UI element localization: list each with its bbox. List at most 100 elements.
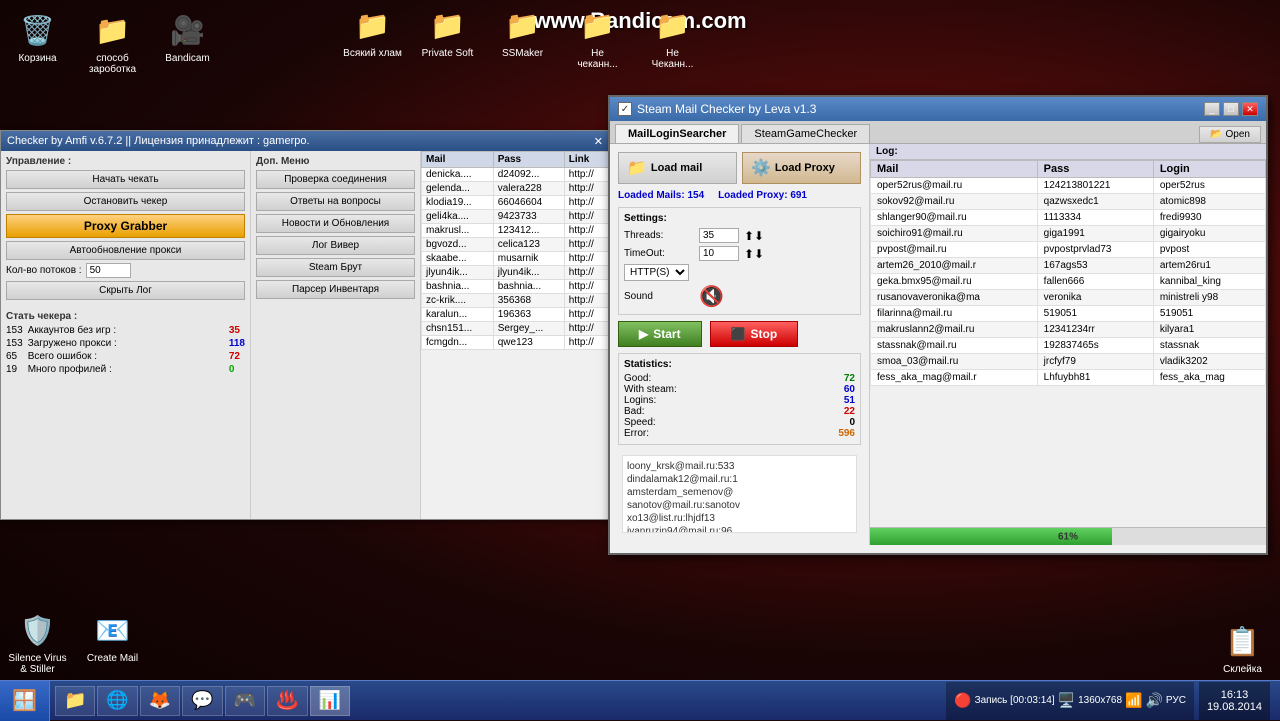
log-mail-cell: geka.bmx95@mail.ru xyxy=(871,274,1038,290)
link-col-header: Link xyxy=(564,152,608,168)
stat-speed-label: Speed: xyxy=(624,417,656,428)
mail-table-row[interactable]: geli4ka.... 9423733 http:// xyxy=(422,210,609,224)
answers-button[interactable]: Ответы на вопросы xyxy=(256,192,415,211)
tabs-row: MailLoginSearcher SteamGameChecker 📂 Ope… xyxy=(610,121,1266,144)
restore-button[interactable]: □ xyxy=(1223,102,1239,116)
load-proxy-button[interactable]: ⚙️ Load Proxy xyxy=(742,152,861,184)
news-button[interactable]: Новости и Обновления xyxy=(256,214,415,233)
stop-check-button[interactable]: Остановить чекер xyxy=(6,192,245,211)
parser-inventory-button[interactable]: Парсер Инвентаря xyxy=(256,280,415,299)
left-control-panel: Управление : Начать чекать Остановить че… xyxy=(1,151,251,519)
minimize-button[interactable]: _ xyxy=(1204,102,1220,116)
window-checkbox[interactable]: ✓ xyxy=(618,102,632,116)
desktop-icon-sklei[interactable]: 📋 Склейка xyxy=(1210,621,1275,675)
start-button[interactable]: ▶ Start xyxy=(618,321,702,347)
link-cell: http:// xyxy=(564,252,608,266)
threads-input[interactable] xyxy=(86,263,131,278)
taskbar-btn-steam1[interactable]: 🎮 xyxy=(225,686,265,716)
log-mail-cell: oper52rus@mail.ru xyxy=(871,178,1038,194)
log-table-row[interactable]: geka.bmx95@mail.ru fallen666 kannibal_ki… xyxy=(871,274,1266,290)
tray-record-text: Запись [00:03:14] xyxy=(975,695,1055,706)
log-mail-cell: pvpost@mail.ru xyxy=(871,242,1038,258)
start-menu-button[interactable]: 🪟 xyxy=(0,681,50,721)
close-button[interactable]: ✕ xyxy=(1242,102,1258,116)
tray-record-icon[interactable]: 🔴 xyxy=(954,692,971,709)
log-table-row[interactable]: shlanger90@mail.ru 1113334 fredi9930 xyxy=(871,210,1266,226)
mail-table-row[interactable]: jlyun4ik... jlyun4ik... http:// xyxy=(422,266,609,280)
auto-update-button[interactable]: Автообновление прокси xyxy=(6,241,245,260)
protocol-select[interactable]: HTTP(S) SOCKS4 SOCKS5 xyxy=(624,264,689,281)
timeout-setting-input[interactable] xyxy=(699,246,739,261)
stat-steam-row: With steam: 60 xyxy=(624,384,855,395)
mail-table-row[interactable]: skaabe... musarnik http:// xyxy=(422,252,609,266)
tab-mail-login[interactable]: MailLoginSearcher xyxy=(615,124,739,143)
pass-cell: valera228 xyxy=(493,182,564,196)
mail-table-row[interactable]: makrusl... 123412... http:// xyxy=(422,224,609,238)
create-mail-icon: 📧 xyxy=(93,610,133,650)
load-mail-button[interactable]: 📁 Load mail xyxy=(618,152,737,184)
mail-table-row[interactable]: klodia19... 66046604 http:// xyxy=(422,196,609,210)
log-table-row[interactable]: rusanovaveronika@ma veronika ministreli … xyxy=(871,290,1266,306)
desktop-icon-earn[interactable]: 📁 способзароботка xyxy=(80,10,145,75)
log-table-row[interactable]: fess_aka_mag@mail.r Lhfuybh81 fess_aka_m… xyxy=(871,370,1266,386)
log-table-row[interactable]: oper52rus@mail.ru 124213801221 oper52rus xyxy=(871,178,1266,194)
mail-table-row[interactable]: karalun... 196363 http:// xyxy=(422,308,609,322)
log-table-row[interactable]: smoa_03@mail.ru jrcfyf79 vladik3202 xyxy=(871,354,1266,370)
steam-brute-button[interactable]: Steam Брут xyxy=(256,258,415,277)
taskbar-btn-skype[interactable]: 💬 xyxy=(182,686,222,716)
log-viper-button[interactable]: Лог Вивер xyxy=(256,236,415,255)
check-connection-button[interactable]: Проверка соединения xyxy=(256,170,415,189)
left-window-close[interactable]: ✕ xyxy=(594,135,603,148)
proxy-list-area[interactable]: loony_krsk@mail.ru:533dindalamak12@mail.… xyxy=(622,455,857,533)
desktop-icon-silence[interactable]: 🛡️ Silence Virus& Stiller xyxy=(5,610,70,675)
taskbar-btn-steam2[interactable]: ♨️ xyxy=(267,686,307,716)
mail-table-row[interactable]: chsn151... Sergey_... http:// xyxy=(422,322,609,336)
log-table-row[interactable]: artem26_2010@mail.r 167ags53 artem26ru1 xyxy=(871,258,1266,274)
desktop-icon-bandicam[interactable]: 🎥 Bandicam xyxy=(155,10,220,75)
title-left: ✓ Steam Mail Checker by Leva v1.3 xyxy=(618,102,816,116)
pass-cell: d24092... xyxy=(493,168,564,182)
start-check-button[interactable]: Начать чекать xyxy=(6,170,245,189)
desktop-icon-create-mail[interactable]: 📧 Create Mail xyxy=(80,610,145,675)
left-window-title-text: Checker by Amfi v.6.7.2 || Лицензия прин… xyxy=(7,135,310,147)
taskbar-btn-checker[interactable]: 📊 xyxy=(310,686,350,716)
log-table-row[interactable]: pvpost@mail.ru pvpostprvlad73 pvpost xyxy=(871,242,1266,258)
threads-arrows[interactable]: ⬆⬇ xyxy=(744,229,764,243)
tab-steam-game[interactable]: SteamGameChecker xyxy=(741,124,870,143)
stop-button[interactable]: ⬛ Stop xyxy=(710,321,799,347)
log-login-cell: stassnak xyxy=(1153,338,1265,354)
taskbar-btn-firefox[interactable]: 🦊 xyxy=(140,686,180,716)
log-table-row[interactable]: makruslann2@mail.ru 12341234rr kilyara1 xyxy=(871,322,1266,338)
threads-setting-input[interactable] xyxy=(699,228,739,243)
settings-box: Settings: Threads: ⬆⬇ TimeOut: ⬆⬇ HTTP(S… xyxy=(618,207,861,315)
proxy-grabber-button[interactable]: Proxy Grabber xyxy=(6,214,245,238)
tray-sound-icon[interactable]: 🔊 xyxy=(1145,692,1162,709)
desktop-icon-junk[interactable]: 📁 Всякий хлам xyxy=(340,5,405,70)
desktop-icon-private[interactable]: 📁 Private Soft xyxy=(415,5,480,70)
timeout-arrows[interactable]: ⬆⬇ xyxy=(744,247,764,261)
open-button[interactable]: 📂 Open xyxy=(1199,126,1261,143)
mail-table-row[interactable]: bashnia... bashnia... http:// xyxy=(422,280,609,294)
taskbar-btn-files[interactable]: 📁 xyxy=(55,686,95,716)
hide-log-button[interactable]: Скрыть Лог xyxy=(6,281,245,300)
taskbar-btn-browser[interactable]: 🌐 xyxy=(97,686,137,716)
desktop-icon-trash[interactable]: 🗑️ Корзина xyxy=(5,10,70,75)
mail-table-scroll[interactable]: Mail Pass Link denicka.... d24092... htt… xyxy=(421,151,609,350)
mail-table-row[interactable]: denicka.... d24092... http:// xyxy=(422,168,609,182)
log-table-wrap[interactable]: Mail Pass Login oper52rus@mail.ru 124213… xyxy=(870,160,1266,527)
desktop-icon-ne1[interactable]: 📁 Нечеканн... xyxy=(565,5,630,70)
desktop-icon-ssmaker[interactable]: 📁 SSMaker xyxy=(490,5,555,70)
log-mail-cell: sokov92@mail.ru xyxy=(871,194,1038,210)
mail-table-row[interactable]: gelenda... valera228 http:// xyxy=(422,182,609,196)
log-table-row[interactable]: soichiro91@mail.ru giga1991 gigairyoku xyxy=(871,226,1266,242)
desktop-icon-ne2[interactable]: 📁 НеЧеканн... xyxy=(640,5,705,70)
mail-table-row[interactable]: fcmgdn... qwe123 http:// xyxy=(422,336,609,350)
log-table-row[interactable]: stassnak@mail.ru 192837465s stassnak xyxy=(871,338,1266,354)
mail-table-row[interactable]: bgvozd... celica123 http:// xyxy=(422,238,609,252)
sound-mute-icon[interactable]: 🔇 xyxy=(699,284,724,309)
log-mail-cell: filarinna@mail.ru xyxy=(871,306,1038,322)
log-table-row[interactable]: sokov92@mail.ru qazwsxedc1 atomic898 xyxy=(871,194,1266,210)
mail-table-row[interactable]: zc-krik.... 356368 http:// xyxy=(422,294,609,308)
threads-setting-row: Threads: ⬆⬇ xyxy=(624,228,855,243)
log-table-row[interactable]: filarinna@mail.ru 519051 519051 xyxy=(871,306,1266,322)
